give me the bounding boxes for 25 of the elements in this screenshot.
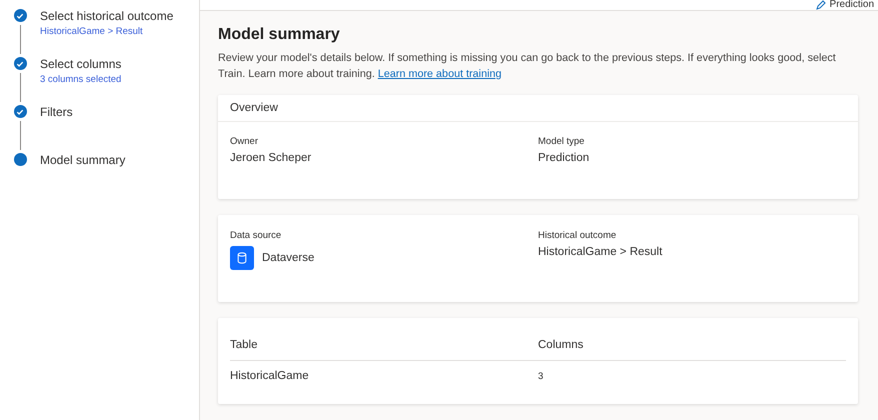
pencil-icon <box>816 0 826 10</box>
field-value: HistoricalGame > Result <box>538 246 664 258</box>
page-title: Model summary <box>218 26 341 44</box>
step-subtitle: HistoricalGame > Result <box>40 26 144 37</box>
learn-more-link[interactable]: Learn more about training <box>378 68 502 80</box>
table-cell: HistoricalGame <box>230 360 538 391</box>
column-header: Table <box>230 336 538 360</box>
model-type-label: Prediction <box>830 0 874 10</box>
field-label: Owner <box>230 136 259 147</box>
description: Review your model's details below. If something is missing you can go back to the previous steps. If everything looks good, select Train. Learn more about training. Learn more about training <box>218 51 837 82</box>
step-title[interactable]: Select historical outcome <box>40 9 199 23</box>
field-value: Jeroen Scheper <box>230 152 312 164</box>
field-label: Model type <box>538 136 586 147</box>
step-subtitle: 3 columns selected <box>40 74 122 85</box>
step-title[interactable]: Model summary <box>40 153 199 167</box>
field-value: Dataverse <box>262 252 314 264</box>
step-title[interactable]: Select columns <box>40 57 199 71</box>
field-label: Historical outcome <box>538 230 618 241</box>
column-header: Columns <box>538 336 846 360</box>
card-title: Overview <box>218 95 858 122</box>
database-icon <box>230 246 254 270</box>
field-label: Data source <box>230 230 282 241</box>
table-cell: 3 <box>538 360 846 391</box>
step-title[interactable]: Filters <box>40 105 199 119</box>
field-value: Prediction <box>538 152 590 164</box>
